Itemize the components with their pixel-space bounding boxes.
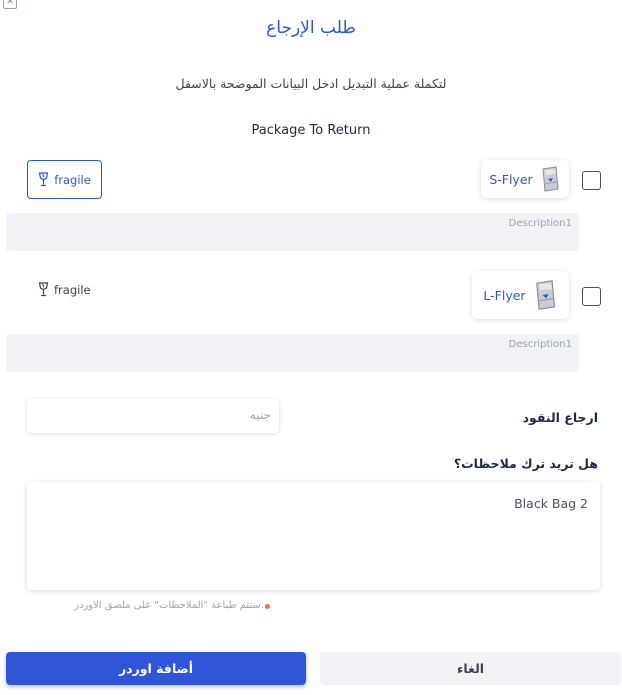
dialog-title: طلب الإرجاع bbox=[266, 18, 356, 38]
refund-amount-input[interactable]: جنيه bbox=[27, 399, 279, 433]
package-card-l-flyer[interactable]: L-Flyer bbox=[472, 271, 569, 319]
dialog-subtitle: لتكملة عملية التبديل ادخل البيانات الموض… bbox=[175, 76, 447, 91]
fragile-glass-icon bbox=[38, 172, 49, 187]
fragile-label: fragile bbox=[54, 282, 91, 297]
description-field-s-flyer[interactable]: Description1 bbox=[6, 213, 579, 251]
flyer-bag-icon bbox=[542, 166, 559, 192]
package-name: L-Flyer bbox=[483, 287, 526, 303]
hint-bullet bbox=[265, 604, 270, 609]
fragile-toggle-l-flyer[interactable]: fragile bbox=[38, 282, 91, 297]
notes-question: هل تريد ترك ملاحظات؟ bbox=[453, 456, 598, 471]
notes-hint: ستتم طباعة "الملاحظات" على ملصق الاوردر. bbox=[74, 600, 264, 611]
notes-value: Black Bag 2 bbox=[514, 496, 588, 511]
flyer-bag-icon bbox=[535, 280, 555, 310]
add-order-button[interactable]: أضافة اوردر bbox=[6, 652, 306, 685]
package-name: S-Flyer bbox=[489, 171, 533, 187]
description-field-l-flyer[interactable]: Description1 bbox=[6, 334, 579, 372]
close-icon[interactable]: ✕ bbox=[3, 0, 17, 9]
refund-label: ارجاع النقود bbox=[522, 410, 598, 425]
package-checkbox-l-flyer[interactable] bbox=[582, 287, 601, 306]
fragile-label: fragile bbox=[54, 172, 91, 187]
refund-placeholder: جنيه bbox=[249, 408, 271, 422]
cancel-button[interactable]: الغاء bbox=[320, 652, 621, 685]
fragile-toggle-s-flyer[interactable]: fragile bbox=[27, 160, 102, 199]
description-placeholder: Description1 bbox=[508, 218, 572, 229]
package-card-s-flyer[interactable]: S-Flyer bbox=[481, 160, 569, 198]
package-checkbox-s-flyer[interactable] bbox=[582, 171, 601, 190]
description-placeholder: Description1 bbox=[508, 339, 572, 350]
notes-textarea[interactable]: Black Bag 2 bbox=[27, 482, 600, 590]
fragile-glass-icon bbox=[38, 282, 49, 297]
package-section-title: Package To Return bbox=[251, 123, 371, 138]
